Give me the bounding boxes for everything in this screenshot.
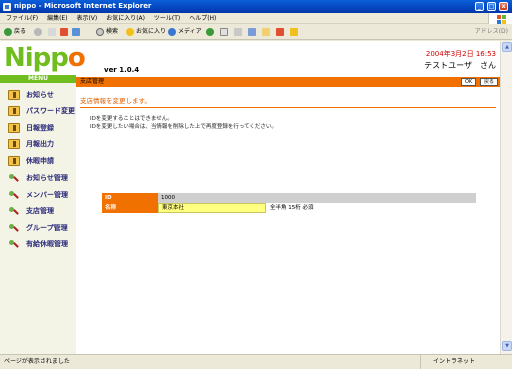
scroll-up-icon[interactable]: ▲ (502, 42, 512, 52)
back-arrow-icon (4, 27, 12, 36)
name-input[interactable]: 東京本社 (158, 203, 266, 213)
stop-icon (48, 27, 56, 36)
folder-button[interactable] (262, 27, 272, 37)
maximize-button[interactable]: □ (487, 2, 496, 11)
favorites-button[interactable]: お気に入り (126, 27, 166, 37)
tools-icon (8, 223, 18, 233)
tools-icon (8, 190, 18, 200)
stop-button[interactable] (48, 27, 58, 37)
back-button[interactable]: 戻る (4, 27, 26, 37)
mail-icon (220, 27, 228, 36)
page-content: Nippo ver 1.0.4 2004年3月2日 16:53 テストユーザ さ… (0, 41, 500, 354)
id-value: 1000 (158, 193, 476, 203)
page-title-bar: 支店管理 OK 戻る (76, 77, 500, 87)
back-page-button[interactable]: 戻る (480, 78, 499, 86)
note-line-2: IDを変更したい場合は、当情報を削除した上で再度登録を行ってください。 (90, 124, 277, 130)
window-title: nippo - Microsoft Internet Explorer (14, 2, 152, 10)
menu-tools[interactable]: ツール(T) (154, 15, 180, 22)
sidebar-item-member-admin[interactable]: メンバー管理 (0, 187, 76, 203)
tools-icon (8, 206, 18, 216)
sidebar-item-password[interactable]: パスワード変更 (0, 103, 76, 119)
media-button[interactable]: メディア (168, 27, 202, 37)
tools-icon (8, 239, 18, 249)
menu-view[interactable]: 表示(V) (76, 15, 97, 22)
browser-window: nippo - Microsoft Internet Explorer _ □ … (0, 0, 512, 369)
browser-menubar: ファイル(F) 編集(E) 表示(V) お気に入り(A) ツール(T) ヘルプ(… (0, 13, 512, 24)
nippo-logo: Nippo (4, 43, 86, 73)
form-row-id: ID 1000 (102, 193, 476, 203)
page-title: 支店管理 (80, 78, 105, 85)
tools-icon (8, 173, 18, 183)
windows-logo-icon (488, 13, 512, 24)
search-icon (96, 27, 104, 36)
menu-favorites[interactable]: お気に入り(A) (106, 15, 145, 22)
mail-button[interactable] (220, 27, 230, 37)
research-icon (290, 27, 298, 36)
search-button[interactable]: 検索 (96, 27, 118, 37)
browser-toolbar: 戻る 検索 お気に入り メディア アドレス(D) (0, 24, 512, 40)
name-hint: 全半角 15桁 必須 (270, 205, 314, 211)
history-button[interactable] (206, 27, 216, 37)
version-label: ver 1.0.4 (104, 66, 140, 74)
sidebar-item-monthly-report[interactable]: 月報出力 (0, 136, 76, 152)
history-icon (206, 27, 214, 36)
sidebar-item-branch-admin[interactable]: 支店管理 (0, 203, 76, 219)
media-icon (168, 27, 176, 36)
id-label: ID (102, 193, 158, 203)
edit-icon (248, 27, 256, 36)
sidebar-item-group-admin[interactable]: グループ管理 (0, 220, 76, 236)
home-button[interactable] (72, 27, 82, 37)
book-icon (8, 156, 20, 166)
book-icon (8, 106, 20, 116)
book-icon (8, 123, 20, 133)
star-icon (126, 27, 134, 36)
messenger-icon (276, 27, 284, 36)
sidebar: お知らせ パスワード変更 日報登録 月報出力 休暇申請 お知らせ管理 メンバー管… (0, 83, 76, 354)
status-text: ページが表示されました (4, 358, 70, 365)
current-date: 2004年3月2日 16:53 (425, 50, 496, 58)
menu-help[interactable]: ヘルプ(H) (189, 15, 216, 22)
main-panel: 支店情報を変更します。 IDを変更することはできません。 IDを変更したい場合は… (76, 87, 500, 354)
section-heading: 支店情報を変更します。 (80, 95, 496, 108)
user-name: テストユーザ さん (424, 61, 496, 70)
print-icon (234, 27, 242, 36)
folder-icon (262, 27, 270, 36)
print-button[interactable] (234, 27, 244, 37)
edit-button[interactable] (248, 27, 258, 37)
vertical-scrollbar[interactable]: ▲ ▼ (500, 41, 512, 354)
note-line-1: IDを変更することはできません。 (90, 116, 173, 122)
ie-icon (3, 3, 11, 11)
branch-form: ID 1000 名称 東京本社 全半角 15桁 必須 (102, 193, 476, 213)
status-bar: ページが表示されました イントラネット (0, 354, 512, 369)
sidebar-item-daily-report[interactable]: 日報登録 (0, 120, 76, 136)
menu-edit[interactable]: 編集(E) (47, 15, 67, 22)
name-label: 名称 (102, 203, 158, 213)
book-icon (8, 139, 20, 149)
minimize-button[interactable]: _ (475, 2, 484, 11)
zone-text: イントラネット (420, 355, 475, 369)
research-button[interactable] (290, 27, 300, 37)
scroll-down-icon[interactable]: ▼ (502, 341, 512, 351)
sidebar-item-notice[interactable]: お知らせ (0, 87, 76, 103)
menu-file[interactable]: ファイル(F) (6, 15, 38, 22)
sidebar-item-notice-admin[interactable]: お知らせ管理 (0, 170, 76, 186)
sidebar-item-paid-leave-admin[interactable]: 有給休暇管理 (0, 236, 76, 252)
sidebar-item-leave-request[interactable]: 休暇申請 (0, 153, 76, 169)
ok-button[interactable]: OK (461, 78, 477, 86)
form-row-name: 名称 東京本社 全半角 15桁 必須 (102, 203, 476, 213)
home-icon (72, 27, 80, 36)
address-label: アドレス(D) (474, 28, 508, 35)
book-icon (8, 90, 20, 100)
forward-arrow-icon (34, 27, 42, 36)
refresh-icon (60, 27, 68, 36)
refresh-button[interactable] (60, 27, 70, 37)
window-titlebar: nippo - Microsoft Internet Explorer _ □ … (0, 0, 512, 13)
forward-button[interactable] (34, 27, 44, 37)
close-button[interactable]: x (499, 2, 508, 11)
app-header: Nippo ver 1.0.4 2004年3月2日 16:53 テストユーザ さ… (0, 41, 500, 75)
messenger-button[interactable] (276, 27, 286, 37)
menu-label: MENU (0, 75, 76, 83)
